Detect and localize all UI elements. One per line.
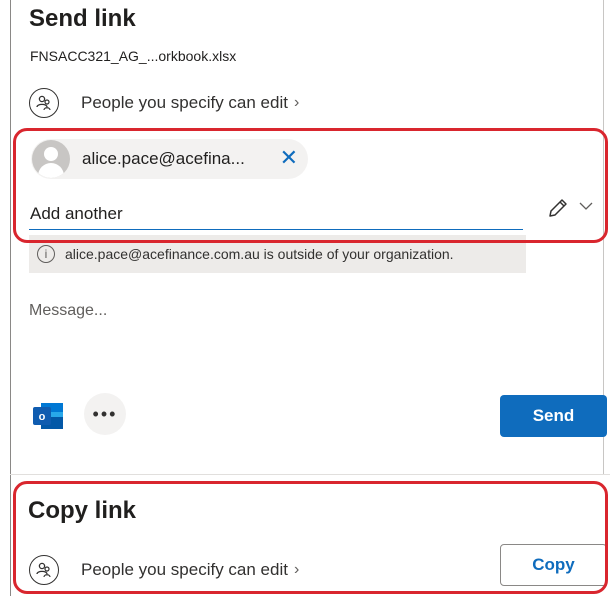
svg-text:o: o bbox=[39, 411, 46, 423]
file-name: FNSACC321_AG_...orkbook.xlsx bbox=[30, 48, 237, 64]
recipient-chip[interactable]: alice.pace@acefina... ✕ bbox=[31, 139, 308, 179]
chevron-down-icon[interactable] bbox=[578, 201, 594, 211]
more-icon: ••• bbox=[92, 403, 118, 424]
section-divider bbox=[10, 474, 610, 475]
close-icon[interactable]: ✕ bbox=[280, 147, 298, 169]
copy-button[interactable]: Copy bbox=[500, 544, 607, 586]
chevron-right-icon: › bbox=[293, 94, 300, 111]
outlook-icon[interactable]: o bbox=[29, 397, 67, 435]
copy-permission-label: People you specify can edit bbox=[81, 560, 288, 579]
send-permission-label: People you specify can edit bbox=[81, 93, 288, 112]
external-recipient-notice: i alice.pace@acefinance.com.au is outsid… bbox=[29, 235, 526, 273]
more-options-button[interactable]: ••• bbox=[84, 393, 126, 435]
pencil-icon[interactable] bbox=[546, 196, 570, 220]
send-link-title: Send link bbox=[29, 5, 136, 32]
panel-left-border bbox=[10, 0, 11, 596]
notice-text: alice.pace@acefinance.com.au is outside … bbox=[65, 246, 454, 262]
send-permission-selector[interactable]: People you specify can edit › bbox=[29, 88, 299, 118]
avatar bbox=[32, 140, 70, 178]
chevron-right-icon: › bbox=[293, 561, 300, 578]
copy-link-title: Copy link bbox=[28, 497, 137, 524]
info-icon: i bbox=[37, 245, 55, 263]
send-button[interactable]: Send bbox=[500, 395, 607, 437]
message-field[interactable]: Message... bbox=[29, 302, 107, 320]
people-icon bbox=[29, 555, 59, 585]
copy-permission-selector[interactable]: People you specify can edit › bbox=[29, 555, 299, 585]
people-icon bbox=[29, 88, 59, 118]
recipient-email: alice.pace@acefina... bbox=[82, 149, 245, 168]
add-recipient-input[interactable] bbox=[29, 198, 523, 230]
